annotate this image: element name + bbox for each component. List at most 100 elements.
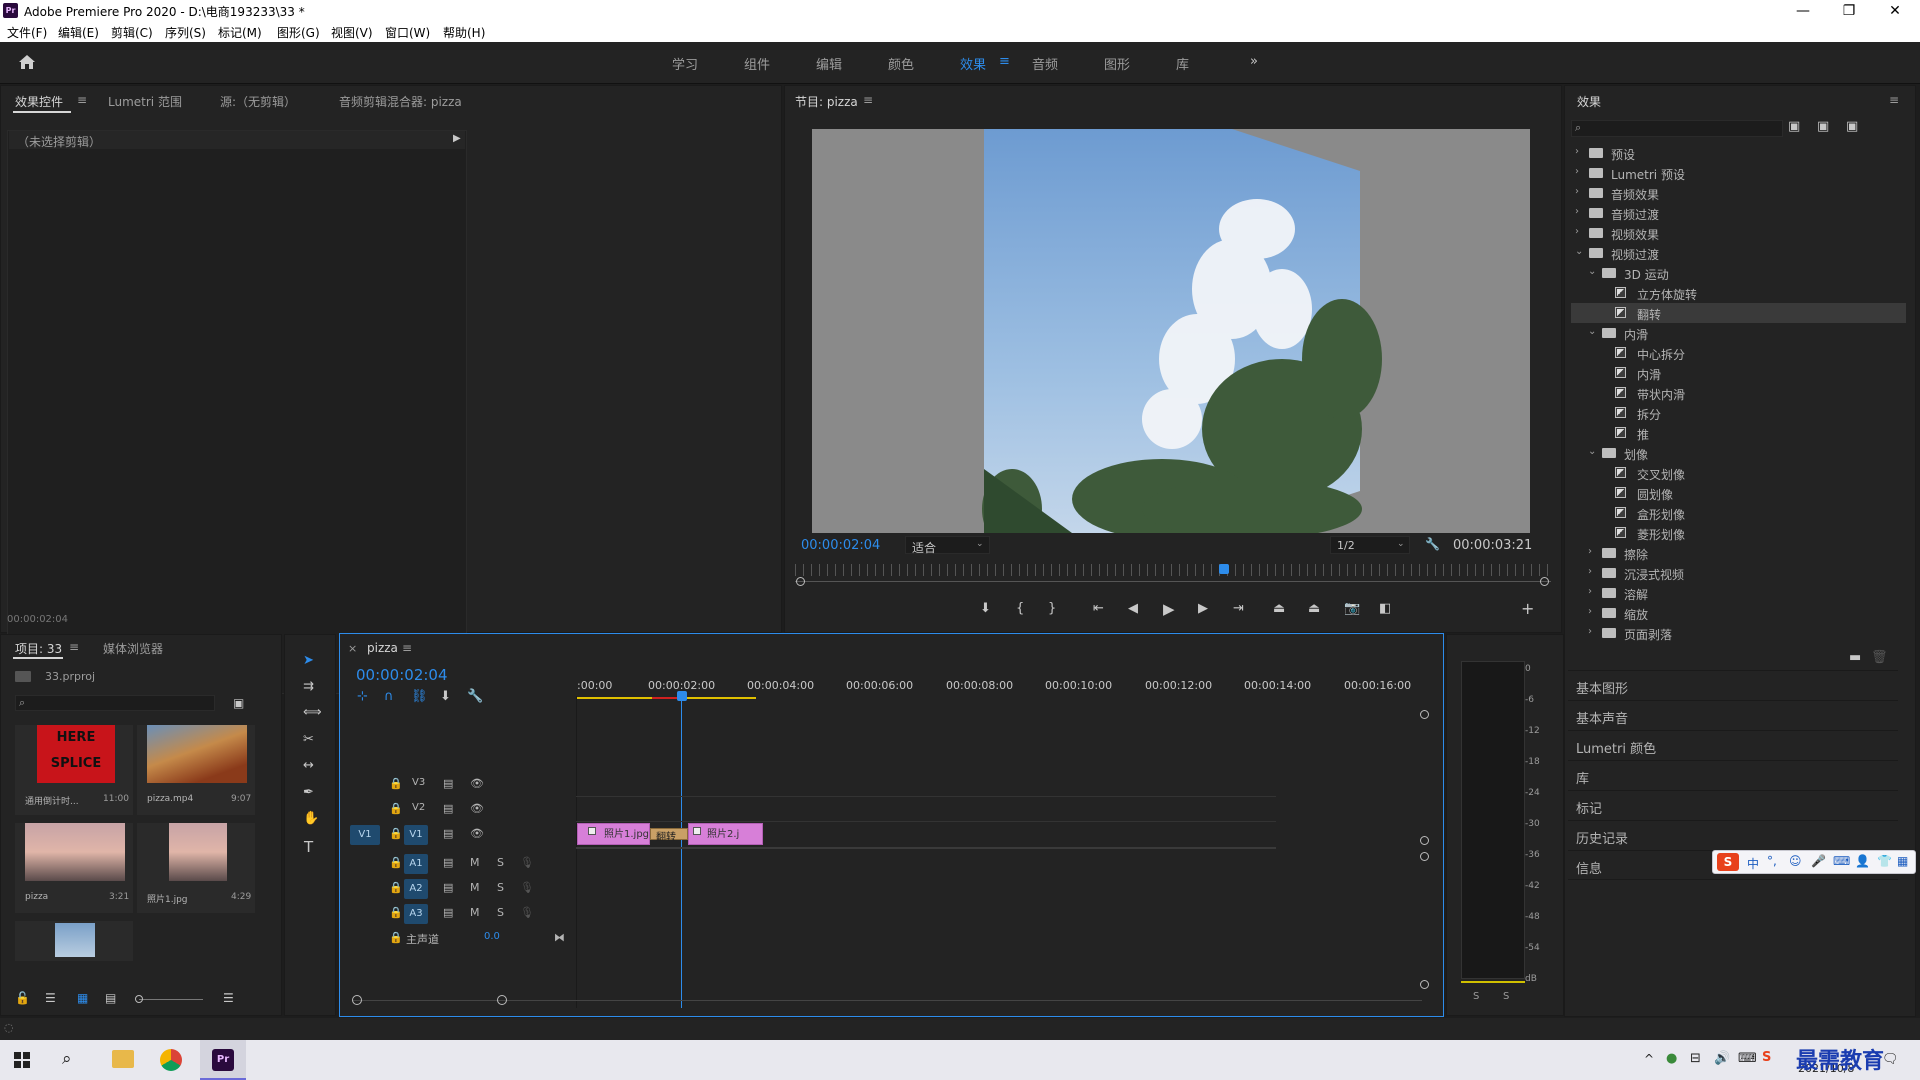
clip-photo2[interactable]: 照片2.j [688,823,763,845]
track-target-v1[interactable]: V1 [404,825,428,845]
workspace-more-icon[interactable]: » [1250,54,1258,69]
go-to-out-icon[interactable]: ⇥ [1233,601,1244,616]
sync-lock-icon[interactable]: ▤ [443,827,453,840]
scroll-handle[interactable] [1420,836,1429,845]
program-zoom-bar[interactable] [795,581,1551,582]
search-icon[interactable]: ⌕ [62,1049,72,1069]
eye-icon[interactable]: 👁 [470,827,484,840]
network-icon[interactable]: ⊟ [1690,1051,1701,1066]
zoom-handle-right[interactable] [497,995,507,1005]
effects-tree-item[interactable]: 内滑 [1571,363,1906,383]
add-marker-icon[interactable]: ⬇ [440,689,451,704]
source-patch-v1[interactable]: V1 [350,825,380,845]
effects-tree-item[interactable]: › Lumetri 预设 [1571,163,1906,183]
effects-tree-item[interactable]: 推 [1571,423,1906,443]
play-icon[interactable]: ▶ [1163,600,1175,618]
section-essential-graphics[interactable]: 基本图形 [1568,670,1898,700]
lock-icon[interactable]: 🔒 [389,777,403,790]
chevron-up-icon[interactable]: ^ [1644,1052,1654,1066]
menu-help[interactable]: 帮助(H) [443,24,485,41]
go-to-out-icon[interactable]: ⧓ [554,931,565,944]
chevron-down-icon[interactable]: ⌄ [1575,246,1583,257]
lock-icon[interactable]: 🔓 [15,991,30,1005]
resolution-select[interactable]: 1/2 ⌄ [1330,536,1410,554]
ripple-edit-tool-icon[interactable]: ⟺ [303,705,322,720]
delete-icon[interactable]: 🗑 [1871,650,1888,665]
workspace-effects[interactable]: 效果 [960,54,986,73]
effects-tree-item[interactable]: ⌄ 视频过渡 [1571,243,1906,263]
menu-edit[interactable]: 编辑(E) [58,24,99,41]
chevron-right-icon[interactable]: › [1588,626,1592,637]
meter-solo-left[interactable]: S [1473,991,1479,1002]
scroll-handle[interactable] [1420,852,1429,861]
lift-icon[interactable]: ⏏ [1273,601,1285,616]
menu-graphics[interactable]: 图形(G) [277,24,320,41]
effects-tree-item[interactable]: ⌄ 划像 [1571,443,1906,463]
mic-icon[interactable]: 🎙 [520,856,534,869]
effects-tree-item[interactable]: 交叉划像 [1571,463,1906,483]
pen-tool-icon[interactable]: ✒ [303,785,314,800]
mark-in-icon[interactable]: { [1016,601,1024,616]
chevron-right-icon[interactable]: › [1575,206,1579,217]
project-item-photo2[interactable] [15,921,133,961]
tab-effect-controls[interactable]: 效果控件 [15,93,63,110]
thumbnail-size-slider[interactable] [139,999,203,1000]
ime-punct-icon[interactable]: °, [1767,854,1777,868]
solo-button[interactable]: S [497,856,504,869]
yuv-effects-icon[interactable]: ▣ [1846,119,1858,134]
extract-icon[interactable]: ⏏ [1308,601,1320,616]
chevron-right-icon[interactable]: › [1575,186,1579,197]
maximize-button[interactable]: ❐ [1826,0,1872,22]
scroll-handle[interactable] [1420,710,1429,719]
play-right-icon[interactable]: ▶ [453,133,461,144]
eye-icon[interactable]: 👁 [470,802,484,815]
mic-icon[interactable]: 🎙 [520,906,534,919]
workspace-assembly[interactable]: 组件 [744,54,770,73]
menu-sequence[interactable]: 序列(S) [165,24,206,41]
lock-icon[interactable]: 🔒 [389,906,403,919]
sync-lock-icon[interactable]: ▤ [443,802,453,815]
program-ruler[interactable] [795,564,1551,576]
chevron-right-icon[interactable]: › [1575,166,1579,177]
tab-menu-icon[interactable]: ≡ [77,93,87,107]
minimize-button[interactable]: — [1780,0,1826,22]
ime-skin-icon[interactable]: 👕 [1877,854,1892,868]
section-libraries[interactable]: 库 [1568,760,1898,790]
menu-view[interactable]: 视图(V) [331,24,373,41]
effects-tree-item[interactable]: › 沉浸式视频 [1571,563,1906,583]
ime-keyboard-icon[interactable]: ⌨ [1833,854,1850,868]
type-tool-icon[interactable]: T [304,838,313,856]
track-area[interactable] [576,696,1276,1008]
section-history[interactable]: 历史记录 [1568,820,1898,850]
workspace-color[interactable]: 颜色 [888,54,914,73]
effects-tree-item[interactable]: 拆分 [1571,403,1906,423]
track-target-a2[interactable]: A2 [404,879,428,899]
ime-toolbar[interactable]: S 中 °, ☺ 🎤 ⌨ 👤 👕 ▦ [1712,850,1916,874]
comparison-view-icon[interactable]: ◧ [1379,601,1391,616]
timeline-timecode[interactable]: 00:00:02:04 [356,666,448,684]
ime-mode[interactable]: 中 [1747,855,1759,872]
selection-tool-icon[interactable]: ➤ [303,653,314,668]
sogou-tray-icon[interactable]: S [1762,1050,1771,1065]
transition-flip[interactable]: 翻转 [650,828,688,843]
32bit-effects-icon[interactable]: ▣ [1817,119,1829,134]
zoom-handle-right[interactable] [1540,577,1549,586]
tab-media-browser[interactable]: 媒体浏览器 [103,640,163,657]
linked-selection-icon[interactable]: ⛓ [411,689,428,704]
add-marker-icon[interactable]: ⬇ [980,601,991,616]
snap-icon[interactable]: ∩ [384,689,394,704]
ime-user-icon[interactable]: 👤 [1855,854,1870,868]
sync-lock-icon[interactable]: ▤ [443,881,453,894]
effects-tree-item[interactable]: › 音频过渡 [1571,203,1906,223]
project-item-countdown[interactable]: HERE SPLICE 通用倒计时... 11:00 [15,725,133,815]
mute-button[interactable]: M [470,856,480,869]
lock-icon[interactable]: 🔒 [389,931,403,944]
workspace-graphics[interactable]: 图形 [1104,54,1130,73]
razor-tool-icon[interactable]: ✂ [303,732,314,747]
mark-out-icon[interactable]: } [1048,601,1056,616]
menu-window[interactable]: 窗口(W) [385,24,430,41]
chrome-icon[interactable] [160,1049,182,1071]
workspace-editing[interactable]: 编辑 [816,54,842,73]
project-search-input[interactable]: ⌕ [15,695,215,711]
fit-select[interactable]: 适合 ⌄ [905,536,990,555]
